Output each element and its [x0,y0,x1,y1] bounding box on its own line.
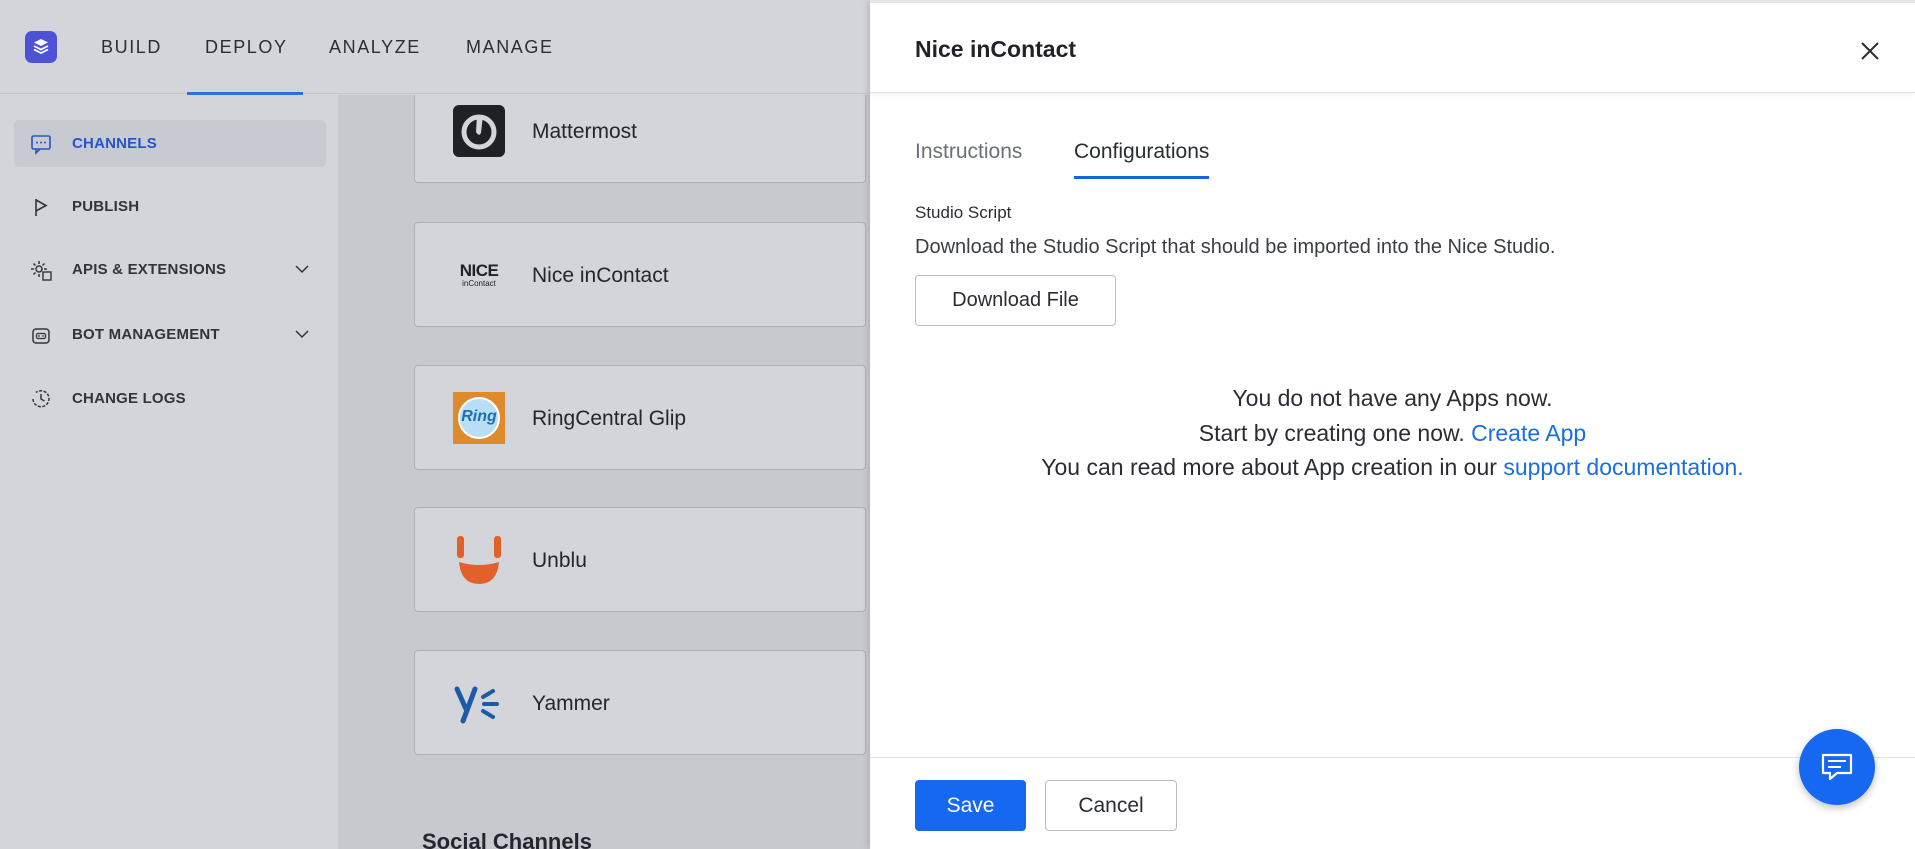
yammer-logo [453,677,505,729]
nav-build[interactable]: BUILD [101,37,162,58]
download-file-button[interactable]: Download File [915,275,1116,326]
app-logo-icon[interactable] [25,31,57,63]
empty-state-line2: Start by creating one now. Create App [1198,420,1587,446]
chat-support-button[interactable] [1799,729,1875,805]
nav-analyze[interactable]: ANALYZE [329,37,421,58]
sidebar-item-bot-management[interactable]: BOT MANAGEMENT [14,311,326,358]
panel-header: Nice inContact [870,3,1915,93]
bot-icon [28,322,54,348]
mattermost-logo [453,105,505,157]
channel-card-nice-incontact[interactable]: NICE inContact Nice inContact [414,222,866,327]
close-icon[interactable] [1858,39,1882,63]
empty-state-line1: You do not have any Apps now. [1232,385,1553,411]
empty-state-line3: You can read more about App creation in … [1041,454,1744,480]
channel-list: Mattermost NICE inContact Nice inContact… [338,95,870,849]
ringcentral-logo: Ring [453,392,505,444]
sidebar-item-label: PUBLISH [72,198,140,215]
cancel-button[interactable]: Cancel [1045,780,1177,831]
studio-script-description: Download the Studio Script that should b… [915,236,1556,258]
social-channels-heading: Social Channels [422,829,592,849]
sidebar-item-publish[interactable]: PUBLISH [14,183,326,230]
nice-incontact-logo: NICE inContact [459,261,499,288]
sidebar: CHANNELS PUBLISH APIS & EXTENSIONS BOT M… [0,95,338,849]
unblu-logo [453,534,505,586]
sidebar-item-label: BOT MANAGEMENT [72,326,220,343]
chat-icon [1821,753,1853,781]
flag-icon [28,194,54,220]
gear-extension-icon [28,257,54,283]
channel-card-ringcentral-glip[interactable]: Ring RingCentral Glip [414,365,866,470]
nav-deploy[interactable]: DEPLOY [205,37,288,58]
tab-configurations[interactable]: Configurations [1074,140,1210,179]
panel-title: Nice inContact [915,36,1077,62]
top-nav: BUILD DEPLOY ANALYZE MANAGE [0,0,870,95]
sidebar-item-apis-extensions[interactable]: APIS & EXTENSIONS [14,246,326,293]
sidebar-item-label: CHANNELS [72,135,157,152]
sidebar-item-label: CHANGE LOGS [72,390,186,407]
chevron-down-icon [295,330,309,339]
create-app-link[interactable]: Create App [1471,420,1586,446]
sidebar-item-label: APIS & EXTENSIONS [72,261,227,278]
save-button[interactable]: Save [915,780,1026,831]
support-documentation-link[interactable]: support documentation. [1503,454,1743,480]
channel-config-panel: Nice inContact Instructions Configuratio… [870,0,1915,849]
studio-script-label: Studio Script [915,203,1012,222]
channel-name: Mattermost [532,120,638,143]
chat-bubble-icon [28,131,54,157]
history-clock-icon [28,386,54,412]
chevron-down-icon [295,265,309,274]
channel-card-unblu[interactable]: Unblu [414,507,866,612]
sidebar-item-channels[interactable]: CHANNELS [14,120,326,167]
nav-manage[interactable]: MANAGE [466,37,554,58]
sidebar-item-change-logs[interactable]: CHANGE LOGS [14,375,326,422]
channel-name: Nice inContact [532,264,669,287]
channel-card-mattermost[interactable]: Mattermost [414,95,866,183]
channel-name: RingCentral Glip [532,407,687,430]
channel-card-yammer[interactable]: Yammer [414,650,866,755]
channel-name: Unblu [532,549,587,572]
tab-instructions[interactable]: Instructions [915,140,1022,176]
panel-footer: Save Cancel [870,757,1915,849]
channel-name: Yammer [532,692,610,715]
